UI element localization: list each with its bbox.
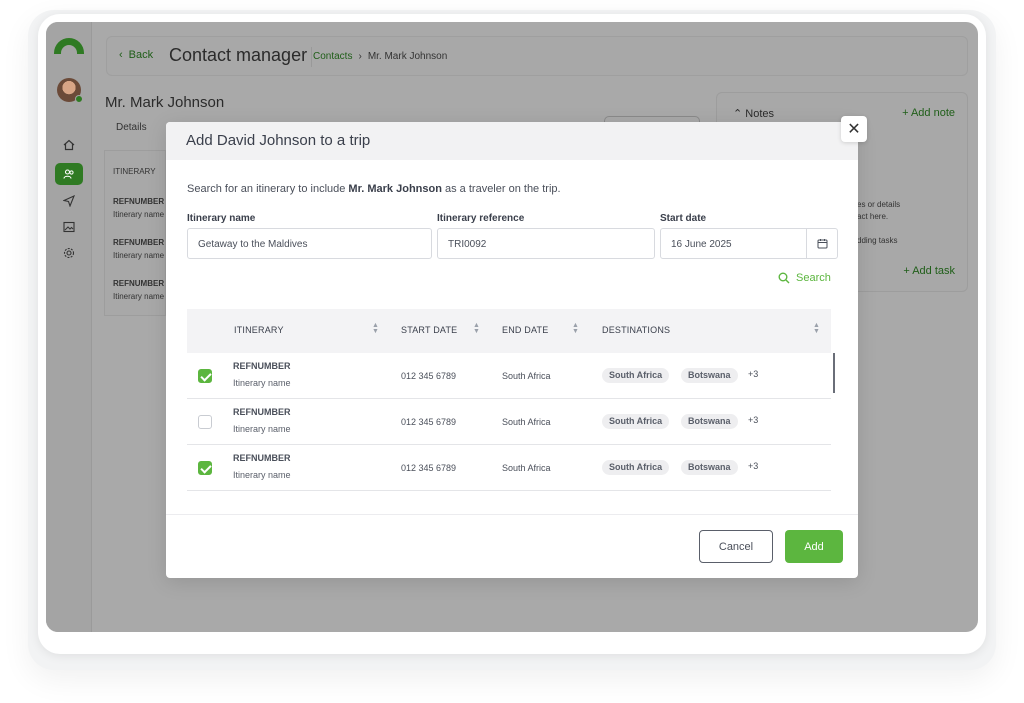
itinerary-name-field[interactable]: Getaway to the Maldives: [187, 228, 432, 259]
back-button[interactable]: ‹ Back: [119, 49, 153, 61]
destination-tag: Botswana: [681, 460, 738, 475]
breadcrumb-separator: ›: [358, 51, 362, 62]
footer-divider: [166, 514, 858, 515]
column-start-date[interactable]: START DATE: [401, 325, 457, 335]
list-item[interactable]: REFNUMBER Itinerary name: [113, 195, 164, 221]
contacts-icon[interactable]: [55, 163, 83, 185]
list-item[interactable]: REFNUMBER Itinerary name: [113, 236, 164, 262]
cancel-button[interactable]: Cancel: [699, 530, 773, 563]
modal-title: Add David Johnson to a trip: [186, 132, 371, 149]
close-icon: ✕: [847, 121, 861, 138]
itinerary-reference-label: Itinerary reference: [437, 213, 525, 224]
sidebar: [46, 22, 92, 632]
destination-tag: South Africa: [602, 460, 670, 475]
table-row[interactable]: REFNUMBER Itinerary name 012 345 6789 So…: [187, 445, 831, 491]
row-ref: REFNUMBER: [233, 361, 291, 371]
table-row[interactable]: REFNUMBER Itinerary name 012 345 6789 So…: [187, 353, 831, 399]
table-header: ITINERARY ▲ ▼ START DATE ▲ ▼ END DATE ▲ ▼ D…: [187, 309, 831, 353]
search-label: Search: [796, 272, 831, 284]
add-to-trip-modal: Add David Johnson to a trip ✕ Search for…: [166, 116, 867, 578]
row-checkbox[interactable]: [198, 461, 212, 475]
modal-intro: Search for an itinerary to include Mr. M…: [187, 183, 561, 195]
start-date-label: Start date: [660, 213, 707, 224]
list-item[interactable]: REFNUMBER Itinerary name: [113, 277, 164, 303]
row-end-date: South Africa: [502, 371, 551, 381]
row-checkbox[interactable]: [198, 415, 212, 429]
home-icon[interactable]: [55, 134, 83, 156]
more-destinations[interactable]: +3: [748, 415, 758, 425]
row-end-date: South Africa: [502, 417, 551, 427]
table-scrollbar[interactable]: [833, 353, 835, 393]
notes-text: es or details act here. dding tasks: [857, 200, 901, 245]
row-itinerary-name: Itinerary name: [233, 378, 291, 388]
row-itinerary-name: Itinerary name: [233, 470, 291, 480]
destination-tag: South Africa: [602, 368, 670, 383]
more-destinations[interactable]: +3: [748, 461, 758, 471]
search-icon: [778, 272, 790, 284]
add-note-button[interactable]: + Add note: [902, 107, 955, 119]
sort-icon[interactable]: ▲ ▼: [572, 322, 579, 335]
image-icon[interactable]: [55, 216, 83, 238]
column-destinations[interactable]: DESTINATIONS: [602, 325, 670, 335]
contact-name: Mr. Mark Johnson: [105, 94, 225, 111]
sort-icon[interactable]: ▲ ▼: [813, 322, 820, 335]
row-ref: REFNUMBER: [233, 407, 291, 417]
panel-header: ITINERARY: [113, 167, 156, 176]
stage: ‹ Back Contact manager Contacts › Mr. Mark …: [0, 0, 1024, 703]
row-end-date: South Africa: [502, 463, 551, 473]
divider: [311, 47, 312, 67]
destination-tag: Botswana: [681, 368, 738, 383]
send-icon[interactable]: [55, 190, 83, 212]
more-destinations[interactable]: +3: [748, 369, 758, 379]
itinerary-panel: ITINERARY REFNUMBER Itinerary name REFNUM…: [104, 150, 166, 316]
tab-details[interactable]: Details: [116, 122, 147, 133]
column-end-date[interactable]: END DATE: [502, 325, 548, 335]
row-checkbox[interactable]: [198, 369, 212, 383]
notes-title[interactable]: ⌃ Notes: [733, 107, 774, 120]
itinerary-name-label: Itinerary name: [187, 213, 256, 224]
avatar[interactable]: [57, 78, 83, 103]
calendar-icon: [817, 239, 828, 249]
sort-icon[interactable]: ▲ ▼: [372, 322, 379, 335]
column-itinerary[interactable]: ITINERARY: [234, 325, 284, 335]
header-bar: ‹ Back Contact manager Contacts › Mr. Mark …: [106, 36, 968, 76]
row-start-date: 012 345 6789: [401, 463, 457, 473]
online-status-dot: [75, 95, 83, 103]
breadcrumb-contacts[interactable]: Contacts: [313, 51, 352, 62]
row-ref: REFNUMBER: [233, 453, 291, 463]
close-button[interactable]: ✕: [841, 116, 867, 142]
logo: [54, 38, 84, 54]
breadcrumb: Contacts › Mr. Mark Johnson: [313, 51, 447, 62]
row-start-date: 012 345 6789: [401, 371, 457, 381]
destination-tag: Botswana: [681, 414, 738, 429]
table-row[interactable]: REFNUMBER Itinerary name 012 345 6789 So…: [187, 399, 831, 445]
chevron-left-icon: ‹: [119, 49, 123, 61]
add-button[interactable]: Add: [785, 530, 843, 563]
modal-header: Add David Johnson to a trip: [166, 122, 858, 160]
breadcrumb-current: Mr. Mark Johnson: [367, 51, 448, 62]
destination-tag: South Africa: [602, 414, 670, 429]
page-title: Contact manager: [169, 45, 308, 65]
itinerary-reference-field[interactable]: TRI0092: [437, 228, 655, 259]
back-label: Back: [128, 49, 154, 61]
sort-icon[interactable]: ▲ ▼: [473, 322, 480, 335]
row-start-date: 012 345 6789: [401, 417, 457, 427]
search-button[interactable]: Search: [778, 272, 831, 284]
gear-icon[interactable]: [55, 242, 83, 264]
row-itinerary-name: Itinerary name: [233, 424, 291, 434]
add-task-button[interactable]: + Add task: [903, 265, 955, 277]
calendar-button[interactable]: [806, 228, 838, 259]
